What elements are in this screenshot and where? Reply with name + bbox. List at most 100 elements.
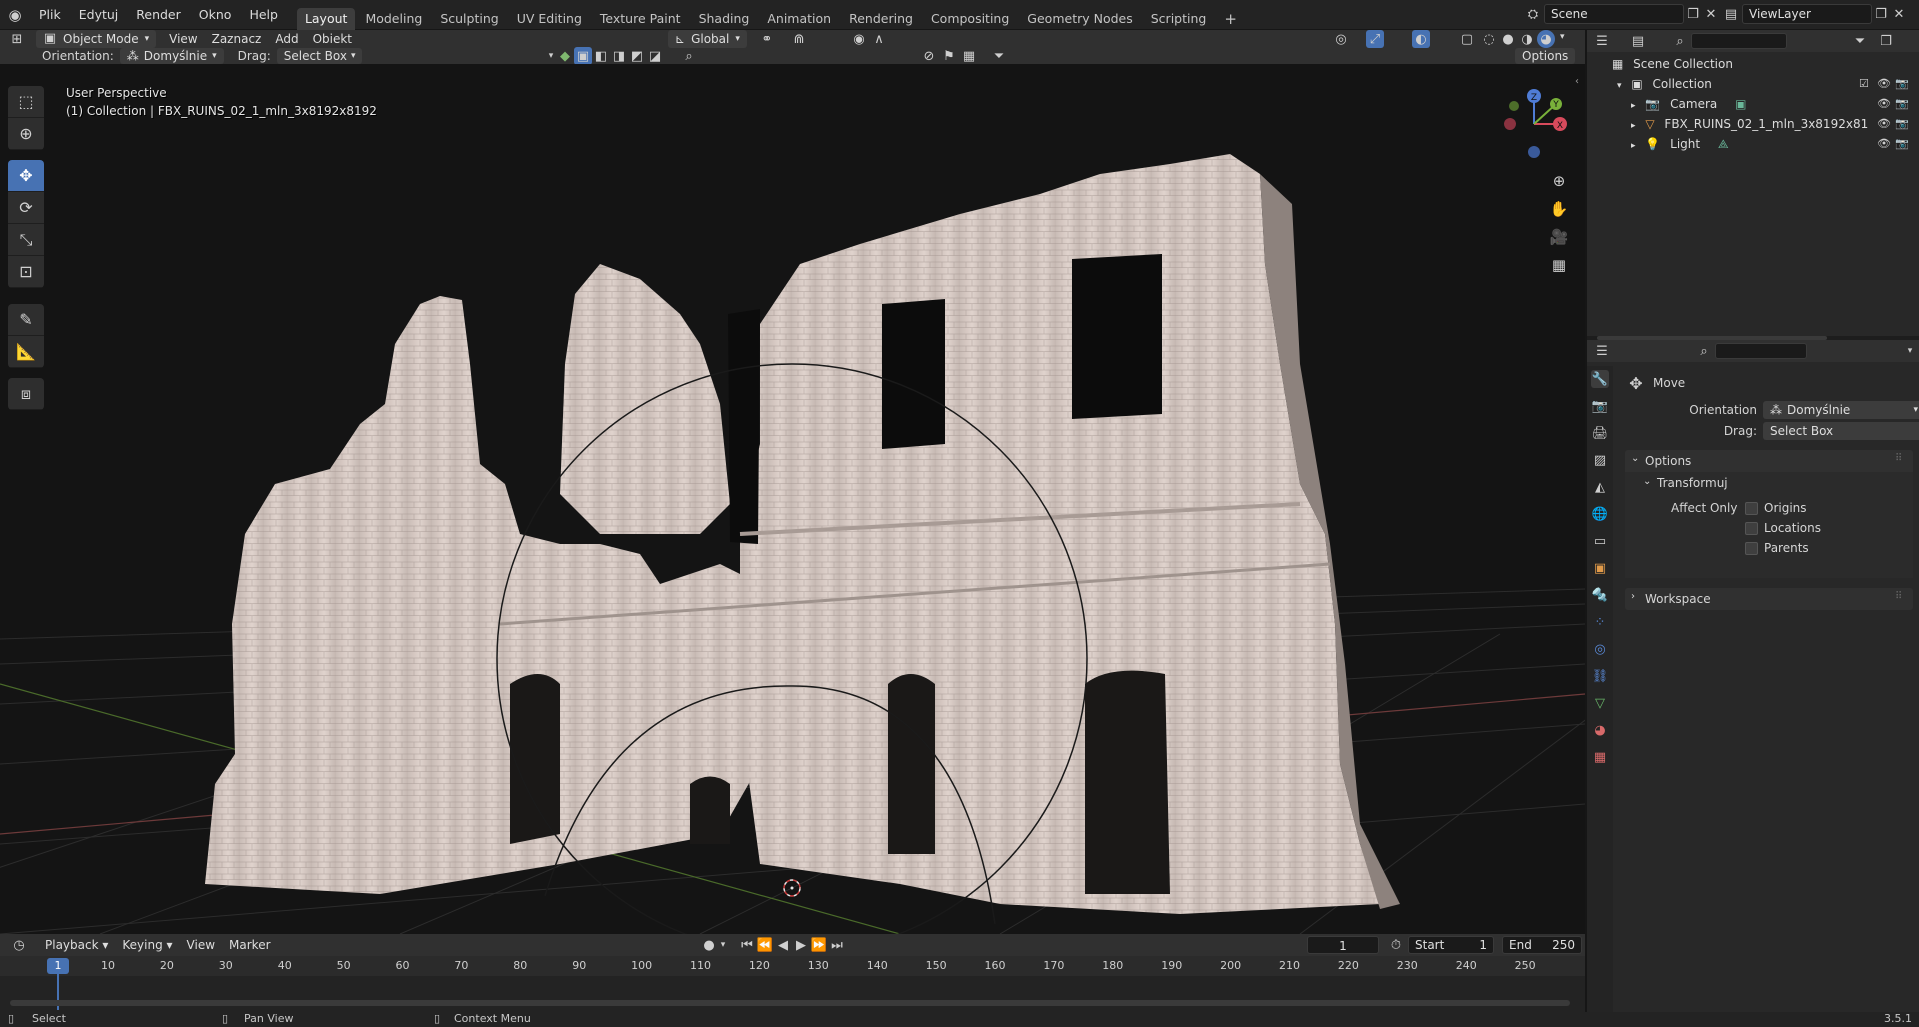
navigation-gizmo[interactable]: Z X Y — [1494, 84, 1574, 164]
render-tab-icon[interactable]: 📷 — [1591, 397, 1609, 415]
tab-layout[interactable]: Layout — [296, 7, 356, 30]
sidebar-toggle-icon[interactable]: ‹ — [1575, 76, 1579, 87]
timeline-track-area[interactable]: 10 20 30 40 50 60 70 80 90 100 110 120 130 140 150 160 1… — [0, 956, 1585, 1012]
filter-icon[interactable]: ⏷ — [1851, 32, 1869, 50]
extend-icon[interactable]: ◧ — [592, 47, 610, 65]
mode-dropdown[interactable]: ▣ Object Mode ▾ — [36, 30, 157, 48]
tab-compositing[interactable]: Compositing — [923, 8, 1017, 30]
menu-view[interactable]: View — [162, 29, 204, 49]
cursor-tool[interactable]: ⊕ — [8, 118, 44, 150]
modifier-tab-icon[interactable]: 🔩 — [1591, 586, 1609, 604]
solid-shading-icon[interactable]: ● — [1499, 30, 1517, 48]
ortho-grid-icon[interactable]: ▦ — [1550, 256, 1568, 274]
clock-icon[interactable]: ⏱ — [1387, 936, 1405, 954]
eye-icon[interactable]: 👁 — [1877, 114, 1891, 134]
chevron-right-icon[interactable]: ▸ — [1631, 101, 1636, 111]
xray-icon[interactable]: ▢ — [1458, 30, 1476, 48]
tab-rendering[interactable]: Rendering — [841, 8, 921, 30]
new-viewlayer-icon[interactable]: ❐ — [1872, 5, 1890, 23]
scene-icon[interactable]: ⛭ — [1524, 5, 1542, 23]
origins-checkbox-row[interactable]: Origins — [1745, 501, 1807, 515]
annotate-tool[interactable]: ✎ — [8, 304, 44, 336]
remove-viewlayer-icon[interactable]: ✕ — [1890, 5, 1908, 23]
shading-dropdown-icon[interactable]: ▾ — [1560, 32, 1565, 42]
display-mode-icon[interactable]: ▤ — [1629, 32, 1647, 50]
tab-sculpting[interactable]: Sculpting — [432, 8, 506, 30]
outliner-row-light[interactable]: ▸ 💡 Light ⟁ 👁 📷 — [1587, 134, 1919, 154]
exclude-checkbox-icon[interactable]: ☑ — [1859, 74, 1869, 94]
chevron-down-icon[interactable]: ▾ — [546, 47, 556, 65]
data-tab-icon[interactable]: ▽ — [1591, 694, 1609, 712]
box-select-icon[interactable]: ▣ — [574, 47, 592, 65]
options-button[interactable]: Options — [1515, 48, 1576, 64]
constraints-tab-icon[interactable]: ⛓ — [1591, 667, 1609, 685]
tab-geometry-nodes[interactable]: Geometry Nodes — [1019, 8, 1140, 30]
jump-start-icon[interactable]: ⏮ — [738, 936, 756, 954]
material-shading-icon[interactable]: ◑ — [1518, 30, 1536, 48]
render-camera-icon[interactable]: 📷 — [1895, 94, 1909, 114]
eye-icon[interactable]: 👁 — [1877, 134, 1891, 154]
menu-marker[interactable]: Marker — [222, 935, 277, 955]
clear-search-icon[interactable]: ⊘ — [920, 47, 938, 65]
subtract-icon[interactable]: ◨ — [610, 47, 628, 65]
workspace-panel-header[interactable]: › Workspace ⠿ — [1625, 588, 1913, 610]
start-frame-field[interactable]: Start 1 — [1408, 936, 1494, 954]
jump-key-back-icon[interactable]: ⏪ — [756, 936, 774, 954]
outliner-row-mesh[interactable]: ▸ ▽ FBX_RUINS_02_1_mln_3x8192x81 👁 📷 — [1587, 114, 1919, 134]
editor-type-icon[interactable]: ☰ — [1593, 32, 1611, 50]
measure-tool[interactable]: 📐 — [8, 336, 44, 368]
eye-icon[interactable]: 👁 — [1877, 94, 1891, 114]
menu-add[interactable]: Add — [268, 29, 305, 49]
snap-icon[interactable]: ⋒ — [790, 30, 808, 48]
object-tab-icon[interactable]: ▣ — [1591, 559, 1609, 577]
drag-handle-icon[interactable]: ⠿ — [1895, 591, 1902, 602]
output-tab-icon[interactable]: 🖨 — [1591, 424, 1609, 442]
viewlayer-icon[interactable]: ▤ — [1722, 5, 1740, 23]
physics-tab-icon[interactable]: ◎ — [1591, 640, 1609, 658]
move-tool[interactable]: ✥ — [8, 160, 44, 192]
pan-hand-icon[interactable]: ✋ — [1550, 200, 1569, 218]
tab-scripting[interactable]: Scripting — [1143, 8, 1215, 30]
transform-orientation-dropdown[interactable]: ⊾ Global ▾ — [668, 30, 747, 48]
search-icon[interactable]: ⌕ — [1695, 342, 1713, 360]
invert-icon[interactable]: ◩ — [628, 47, 646, 65]
drag-dropdown[interactable]: Select Box ▾ — [276, 48, 363, 64]
new-scene-icon[interactable]: ❐ — [1684, 5, 1702, 23]
menu-playback[interactable]: Playback ▾ — [38, 935, 115, 955]
menu-render[interactable]: Render — [127, 0, 190, 30]
filter-icon[interactable]: ⏷ — [990, 47, 1008, 65]
menu-plik[interactable]: Plik — [30, 0, 70, 30]
origins-checkbox[interactable] — [1745, 501, 1758, 515]
locations-checkbox[interactable] — [1745, 521, 1758, 535]
scene-tab-icon[interactable]: ◭ — [1591, 478, 1609, 496]
current-frame-field[interactable]: 1 — [1307, 936, 1379, 954]
rendered-shading-icon[interactable]: ◕ — [1537, 30, 1555, 48]
chevron-down-icon[interactable]: ▾ — [1617, 81, 1622, 91]
tab-animation[interactable]: Animation — [759, 8, 839, 30]
chevron-down-icon[interactable]: ▾ — [718, 936, 728, 954]
new-collection-icon[interactable]: ❐ — [1877, 32, 1895, 50]
playhead[interactable]: 1 — [47, 958, 69, 974]
jump-end-icon[interactable]: ⏭ — [828, 936, 846, 954]
material-tab-icon[interactable]: ◕ — [1591, 721, 1609, 739]
menu-help[interactable]: Help — [240, 0, 287, 30]
parents-checkbox-row[interactable]: Parents — [1745, 541, 1809, 555]
tab-uv-editing[interactable]: UV Editing — [509, 8, 590, 30]
transformuj-subpanel-title[interactable]: Transformuj — [1657, 476, 1728, 490]
outliner-row-collection[interactable]: ▾ ▣ Collection ☑ 👁 📷 — [1587, 74, 1919, 94]
overlay-toggle-icon[interactable]: ◐ — [1412, 30, 1430, 48]
render-camera-icon[interactable]: 📷 — [1895, 134, 1909, 154]
3d-viewport[interactable]: User Perspective (1) Collection | FBX_RU… — [0, 64, 1585, 934]
zoom-icon[interactable]: ⊕ — [1550, 172, 1568, 190]
object-types-icon[interactable]: ◆ — [556, 47, 574, 65]
jump-key-forward-icon[interactable]: ⏩ — [810, 936, 828, 954]
add-cube-tool[interactable]: ⧈ — [8, 378, 44, 410]
menu-timeline-view[interactable]: View — [180, 935, 222, 955]
search-icon[interactable]: ⌕ — [1671, 32, 1689, 50]
world-tab-icon[interactable]: 🌐 — [1591, 505, 1609, 523]
add-workspace-button[interactable]: + — [1216, 8, 1245, 30]
chevron-down-icon[interactable]: ▾ — [1901, 342, 1919, 360]
blender-logo-icon[interactable]: ◉ — [6, 6, 24, 24]
play-reverse-icon[interactable]: ◀ — [774, 936, 792, 954]
play-icon[interactable]: ▶ — [792, 936, 810, 954]
